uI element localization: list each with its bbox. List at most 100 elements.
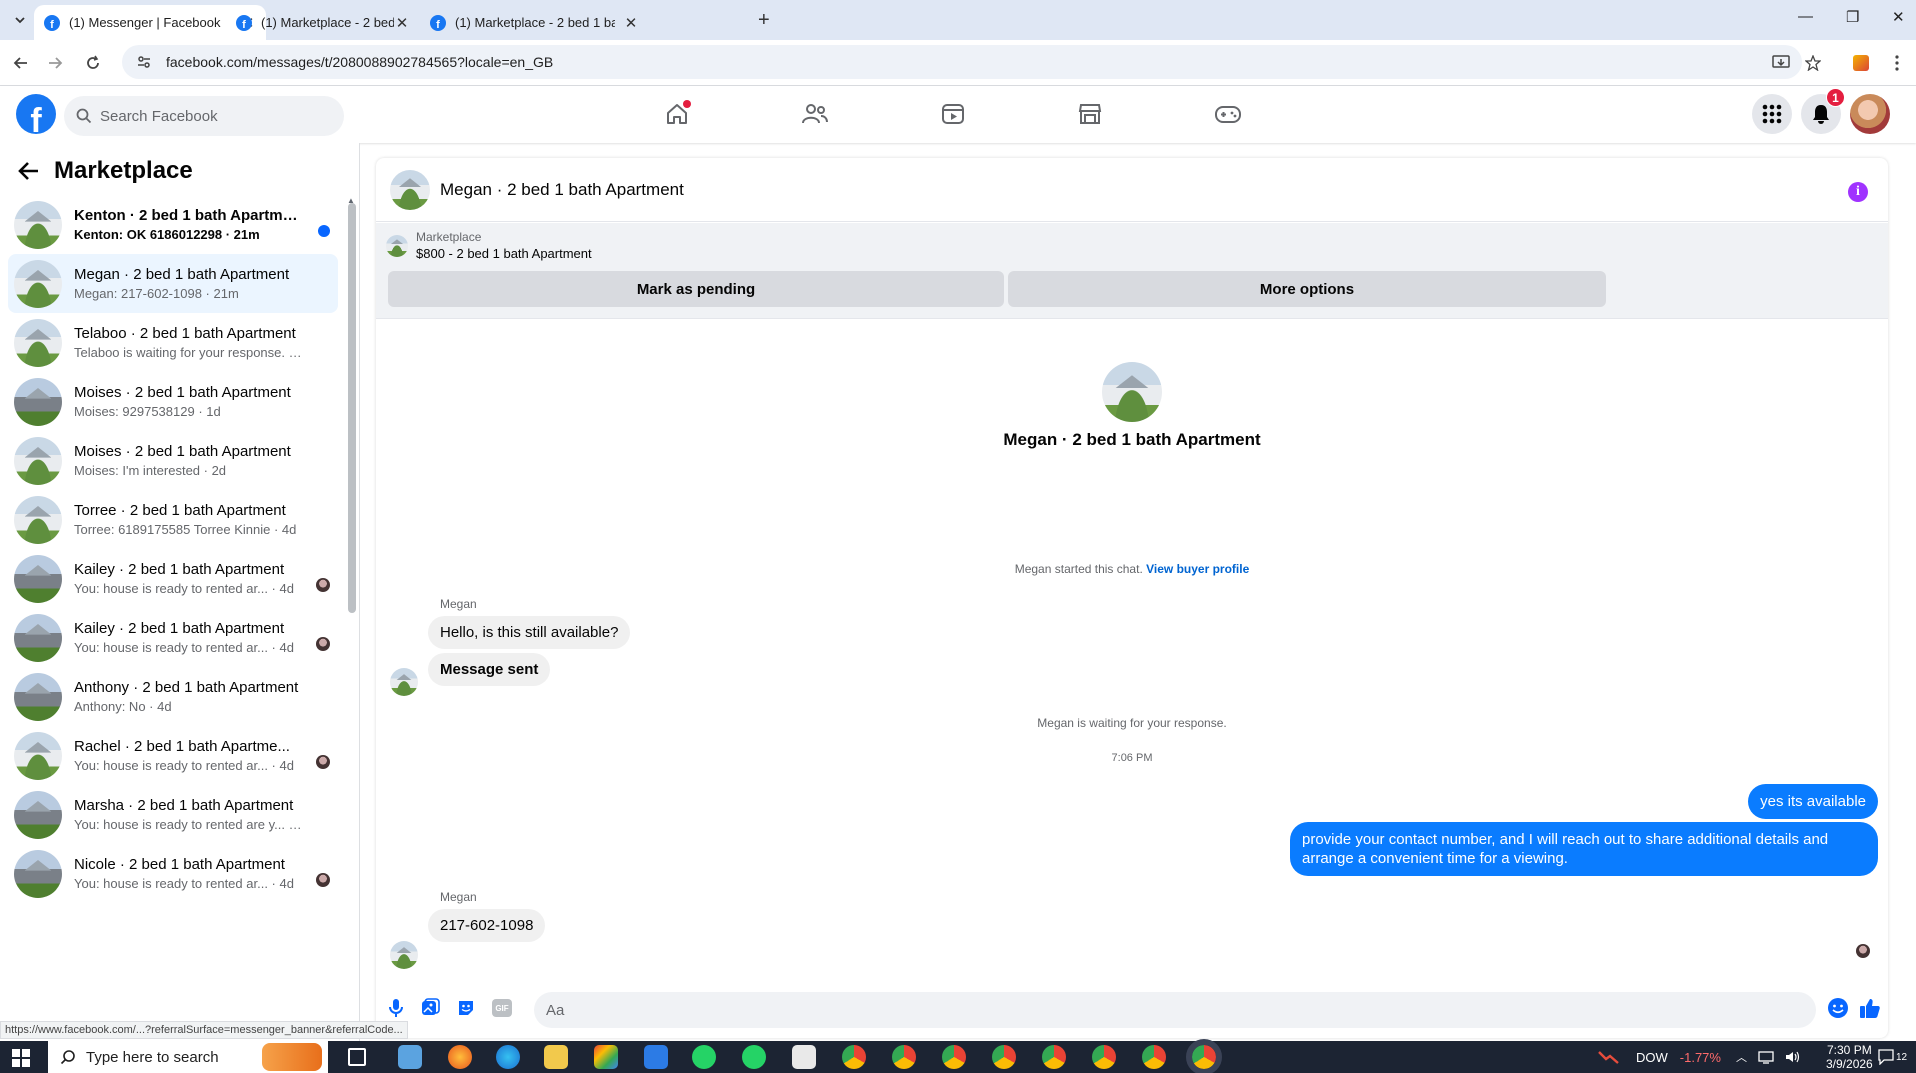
back-button[interactable]: [10, 52, 32, 74]
facebook-search-input[interactable]: [100, 107, 300, 125]
message-outgoing[interactable]: yes its available: [1748, 784, 1878, 819]
tab-search-button[interactable]: [8, 8, 32, 32]
message-incoming[interactable]: Hello, is this still available?: [428, 616, 631, 649]
info-icon[interactable]: i: [1848, 182, 1868, 202]
emoji-icon[interactable]: [1826, 996, 1850, 1020]
chat-title[interactable]: Megan · 2 bed 1 bath Apartment: [440, 180, 684, 200]
extension-icon[interactable]: [1850, 52, 1872, 74]
conversation-item[interactable]: Torree · 2 bed 1 bath Apartment Torree: 6…: [8, 490, 338, 549]
browser-menu-icon[interactable]: [1886, 52, 1908, 74]
microphone-icon[interactable]: [384, 996, 408, 1020]
store-app-icon[interactable]: [594, 1045, 618, 1069]
conversation-item[interactable]: Kailey · 2 bed 1 bath Apartment You: hous…: [8, 549, 338, 608]
conversation-snippet: Telaboo is waiting for your response. · …: [74, 345, 302, 360]
bookmark-star-icon[interactable]: [1802, 52, 1824, 74]
new-tab-button[interactable]: +: [758, 9, 770, 32]
browser-tab-marketplace-2[interactable]: f (1) Marketplace - 2 bed 1 bath ✕: [420, 5, 750, 40]
chat-avatar[interactable]: [390, 169, 430, 210]
like-thumb-icon[interactable]: [1858, 996, 1882, 1020]
seen-avatar: [316, 755, 330, 769]
listing-info[interactable]: Marketplace $800 - 2 bed 1 bath Apartmen…: [386, 230, 592, 261]
volume-icon[interactable]: [1784, 1041, 1802, 1073]
windows-taskbar: DOW -1.77% ︿ 7:30 PM 3/9/2026 12: [0, 1039, 1916, 1073]
chat-intro-avatar[interactable]: [1102, 362, 1162, 422]
task-view-icon[interactable]: [348, 1048, 366, 1066]
facebook-favicon-icon: f: [44, 14, 60, 31]
menu-grid-button[interactable]: [1752, 94, 1792, 134]
install-app-icon[interactable]: [1770, 52, 1792, 74]
conversation-item[interactable]: Megan · 2 bed 1 bath Apartment Megan: 217…: [8, 254, 338, 313]
notification-center-button[interactable]: 12: [1878, 1041, 1907, 1073]
chrome-app-icon[interactable]: [842, 1045, 866, 1069]
chrome-app-icon[interactable]: [992, 1045, 1016, 1069]
friends-nav-icon[interactable]: [795, 96, 835, 132]
message-incoming[interactable]: 217-602-1098: [428, 909, 546, 942]
conversation-item[interactable]: Kailey · 2 bed 1 bath Apartment You: hous…: [8, 608, 338, 667]
message-input[interactable]: [546, 1001, 1746, 1019]
message-outgoing[interactable]: provide your contact number, and I will …: [1290, 822, 1878, 876]
chrome-app-icon[interactable]: [892, 1045, 916, 1069]
chrome-app-icon[interactable]: [1092, 1045, 1116, 1069]
conversation-item[interactable]: Moises · 2 bed 1 bath Apartment Moises: 9…: [8, 372, 338, 431]
calculator-app-icon[interactable]: [792, 1045, 816, 1069]
minimize-button[interactable]: —: [1798, 8, 1813, 25]
chrome-app-icon[interactable]: [942, 1045, 966, 1069]
sidebar-scrollbar[interactable]: [348, 203, 356, 613]
restore-button[interactable]: ❐: [1846, 8, 1859, 26]
close-tab-icon[interactable]: ✕: [623, 14, 639, 32]
message-composer: GIF: [376, 978, 1888, 1038]
system-clock[interactable]: 7:30 PM 3/9/2026: [1826, 1043, 1873, 1071]
conversation-item[interactable]: Nicole · 2 bed 1 bath Apartment You: hous…: [8, 844, 338, 903]
chrome-app-icon[interactable]: [1142, 1045, 1166, 1069]
image-attach-icon[interactable]: [418, 996, 442, 1020]
network-icon[interactable]: [1758, 1041, 1776, 1073]
taskbar-search[interactable]: [48, 1041, 328, 1073]
sender-avatar[interactable]: [390, 941, 418, 969]
file-explorer-app-icon[interactable]: [544, 1045, 568, 1069]
chrome-app-icon-active[interactable]: [1186, 1039, 1222, 1073]
whatsapp-app-icon-2[interactable]: [742, 1045, 766, 1069]
taskbar-search-input[interactable]: [86, 1048, 266, 1066]
conversation-item[interactable]: Moises · 2 bed 1 bath Apartment Moises: I…: [8, 431, 338, 490]
tray-overflow-icon[interactable]: ︿: [1736, 1041, 1747, 1073]
whatsapp-app-icon[interactable]: [692, 1045, 716, 1069]
conversation-item[interactable]: Telaboo · 2 bed 1 bath Apartment Telaboo …: [8, 313, 338, 372]
edge-app-icon[interactable]: [496, 1045, 520, 1069]
close-window-button[interactable]: ✕: [1892, 8, 1905, 26]
close-tab-icon[interactable]: ✕: [394, 14, 410, 32]
sidebar-header: Marketplace: [18, 157, 193, 185]
home-nav-icon[interactable]: [657, 96, 697, 132]
more-options-button[interactable]: More options: [1008, 271, 1606, 307]
mark-as-pending-button[interactable]: Mark as pending: [388, 271, 1004, 307]
conversation-snippet: Moises: I'm interested · 2d: [74, 463, 227, 478]
stock-widget[interactable]: DOW -1.77%: [1598, 1041, 1721, 1073]
windows-start-button[interactable]: [12, 1049, 30, 1067]
conversation-item[interactable]: Rachel · 2 bed 1 bath Apartme... You: hou…: [8, 726, 338, 785]
message-incoming[interactable]: Message sent: [428, 653, 551, 686]
firefox-app-icon[interactable]: [448, 1045, 472, 1069]
sticker-icon[interactable]: [454, 996, 478, 1020]
gif-icon[interactable]: GIF: [490, 996, 514, 1020]
omnibox[interactable]: facebook.com/messages/t/2080088902784565…: [122, 45, 1802, 79]
reload-button[interactable]: [82, 52, 104, 74]
conversation-item[interactable]: Anthony · 2 bed 1 bath Apartment Anthony:…: [8, 667, 338, 726]
chrome-app-icon[interactable]: [1042, 1045, 1066, 1069]
marketplace-nav-icon[interactable]: [1070, 96, 1110, 132]
message-input-wrapper[interactable]: [534, 992, 1816, 1028]
forward-button[interactable]: [44, 52, 66, 74]
back-arrow-icon[interactable]: [18, 161, 40, 181]
video-nav-icon[interactable]: [933, 96, 973, 132]
gaming-nav-icon[interactable]: [1208, 96, 1248, 132]
profile-avatar[interactable]: [1850, 94, 1890, 134]
conversation-item[interactable]: Kenton · 2 bed 1 bath Apartme... Kenton: …: [8, 195, 338, 254]
facebook-logo[interactable]: f: [16, 94, 56, 134]
view-buyer-profile-link[interactable]: View buyer profile: [1146, 562, 1249, 576]
stock-down-icon: [1598, 1051, 1619, 1064]
outlook-app-icon[interactable]: [644, 1045, 668, 1069]
conversation-item[interactable]: Marsha · 2 bed 1 bath Apartment You: hous…: [8, 785, 338, 844]
notepad-app-icon[interactable]: [398, 1045, 422, 1069]
sender-avatar[interactable]: [390, 668, 418, 696]
browser-tab-marketplace-1[interactable]: f (1) Marketplace - 2 bed 1 bath ✕: [226, 5, 420, 40]
url-text[interactable]: facebook.com/messages/t/2080088902784565…: [166, 54, 553, 70]
facebook-search[interactable]: [64, 96, 344, 136]
